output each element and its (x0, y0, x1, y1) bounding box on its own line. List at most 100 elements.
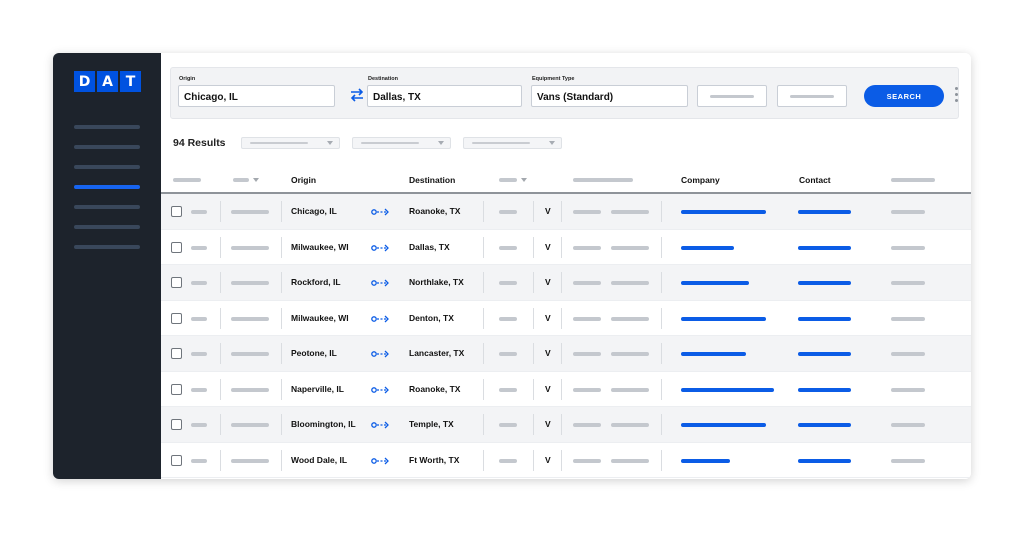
search-button[interactable]: SEARCH (864, 85, 944, 107)
company-link[interactable] (681, 387, 774, 392)
column-header-company[interactable]: Company (681, 175, 720, 185)
filter-field-1[interactable] (697, 85, 767, 107)
table-row[interactable]: Milwaukee, WI Dallas, TX V (161, 230, 971, 265)
filter-dropdown-1[interactable] (241, 137, 340, 149)
column-header-placeholder[interactable] (173, 178, 201, 182)
row-checkbox[interactable] (171, 312, 182, 324)
company-link[interactable] (681, 458, 730, 463)
equipment-cell: V (545, 312, 551, 323)
row-checkbox[interactable] (171, 277, 182, 288)
column-divider (661, 414, 662, 435)
sidebar-item-6[interactable] (74, 225, 140, 229)
cell-placeholder (573, 210, 601, 214)
company-link[interactable] (681, 423, 766, 427)
row-checkbox[interactable] (171, 206, 182, 217)
equipment-select[interactable]: Vans (Standard) (531, 85, 688, 107)
sidebar-item-3[interactable] (74, 165, 140, 169)
column-divider (561, 343, 562, 364)
column-divider (661, 272, 662, 293)
contact-link[interactable] (798, 387, 851, 392)
logo-letter: A (97, 71, 118, 92)
column-divider (483, 378, 484, 400)
row-checkbox[interactable] (171, 241, 182, 253)
company-link[interactable] (681, 352, 746, 356)
row-checkbox[interactable] (171, 419, 182, 430)
cell-placeholder (499, 387, 517, 392)
table-row[interactable]: Bloomington, IL Temple, TX V (161, 407, 971, 443)
destination-cell: Northlake, TX (409, 277, 464, 287)
column-header-destination[interactable]: Destination (409, 175, 455, 185)
origin-cell: Naperville, IL (291, 383, 344, 394)
contact-link[interactable] (798, 458, 851, 463)
cell-placeholder (611, 210, 649, 214)
main-content: Origin Chicago, IL Destination Dallas, T… (161, 53, 971, 479)
contact-link[interactable] (798, 281, 851, 285)
cell-placeholder (499, 458, 517, 463)
sidebar-item-5[interactable] (74, 205, 140, 209)
column-header-origin[interactable]: Origin (291, 175, 316, 185)
sidebar-item-active[interactable] (74, 185, 140, 189)
destination-cell: Roanoke, TX (409, 383, 461, 394)
destination-cell: Temple, TX (409, 419, 454, 429)
cell-placeholder (891, 352, 925, 356)
cell-placeholder (611, 316, 649, 321)
cell-placeholder (231, 423, 269, 427)
origin-input[interactable]: Chicago, IL (178, 85, 335, 107)
column-divider (483, 236, 484, 258)
cell-placeholder (611, 423, 649, 427)
dat-logo[interactable]: D A T (74, 71, 141, 92)
sort-caret-icon[interactable] (521, 178, 527, 182)
column-divider (661, 449, 662, 471)
column-header-placeholder[interactable] (233, 178, 249, 182)
cell-placeholder (611, 387, 649, 392)
table-row[interactable]: Peotone, IL Lancaster, TX V (161, 336, 971, 372)
column-divider (220, 236, 221, 258)
column-divider (281, 236, 282, 258)
sort-caret-icon[interactable] (253, 178, 259, 182)
sidebar-item-7[interactable] (74, 245, 140, 249)
company-link[interactable] (681, 210, 766, 214)
destination-label: Destination (368, 76, 398, 82)
table-row[interactable]: Rockford, IL Northlake, TX V (161, 265, 971, 301)
column-header-placeholder[interactable] (891, 178, 935, 182)
cell-placeholder (573, 316, 601, 321)
contact-link[interactable] (798, 352, 851, 356)
sidebar-item-1[interactable] (74, 125, 140, 129)
destination-input[interactable]: Dallas, TX (367, 85, 522, 107)
table-row[interactable]: Milwaukee, WI Denton, TX V (161, 301, 971, 336)
contact-link[interactable] (798, 423, 851, 427)
column-divider (281, 201, 282, 222)
company-link[interactable] (681, 245, 734, 250)
filter-dropdown-2[interactable] (352, 137, 451, 149)
company-link[interactable] (681, 316, 766, 321)
column-divider (483, 449, 484, 471)
swap-icon[interactable] (349, 86, 365, 104)
cell-placeholder (499, 281, 517, 285)
table-row[interactable]: Chicago, IL Roanoke, TX V (161, 194, 971, 230)
contact-link[interactable] (798, 316, 851, 321)
table-row[interactable]: Wood Dale, IL Ft Worth, TX V (161, 443, 971, 478)
table-row[interactable]: Naperville, IL Roanoke, TX V (161, 372, 971, 407)
filter-dropdown-3[interactable] (463, 137, 562, 149)
cell-placeholder (573, 281, 601, 285)
column-header-placeholder[interactable] (499, 178, 517, 182)
more-options-icon[interactable] (953, 87, 959, 105)
cell-placeholder (191, 423, 207, 427)
column-divider (533, 307, 534, 329)
company-link[interactable] (681, 281, 749, 285)
column-divider (533, 378, 534, 400)
filter-field-2[interactable] (777, 85, 847, 107)
sidebar-item-2[interactable] (74, 145, 140, 149)
row-checkbox[interactable] (171, 383, 182, 395)
route-arrow-icon (371, 347, 391, 359)
contact-link[interactable] (798, 210, 851, 214)
cell-placeholder (191, 352, 207, 356)
column-header-placeholder[interactable] (573, 178, 633, 182)
column-divider (533, 201, 534, 222)
column-divider (561, 236, 562, 258)
column-header-contact[interactable]: Contact (799, 175, 831, 185)
row-checkbox[interactable] (171, 348, 182, 359)
row-checkbox[interactable] (171, 454, 182, 466)
cell-placeholder (231, 245, 269, 250)
contact-link[interactable] (798, 245, 851, 250)
